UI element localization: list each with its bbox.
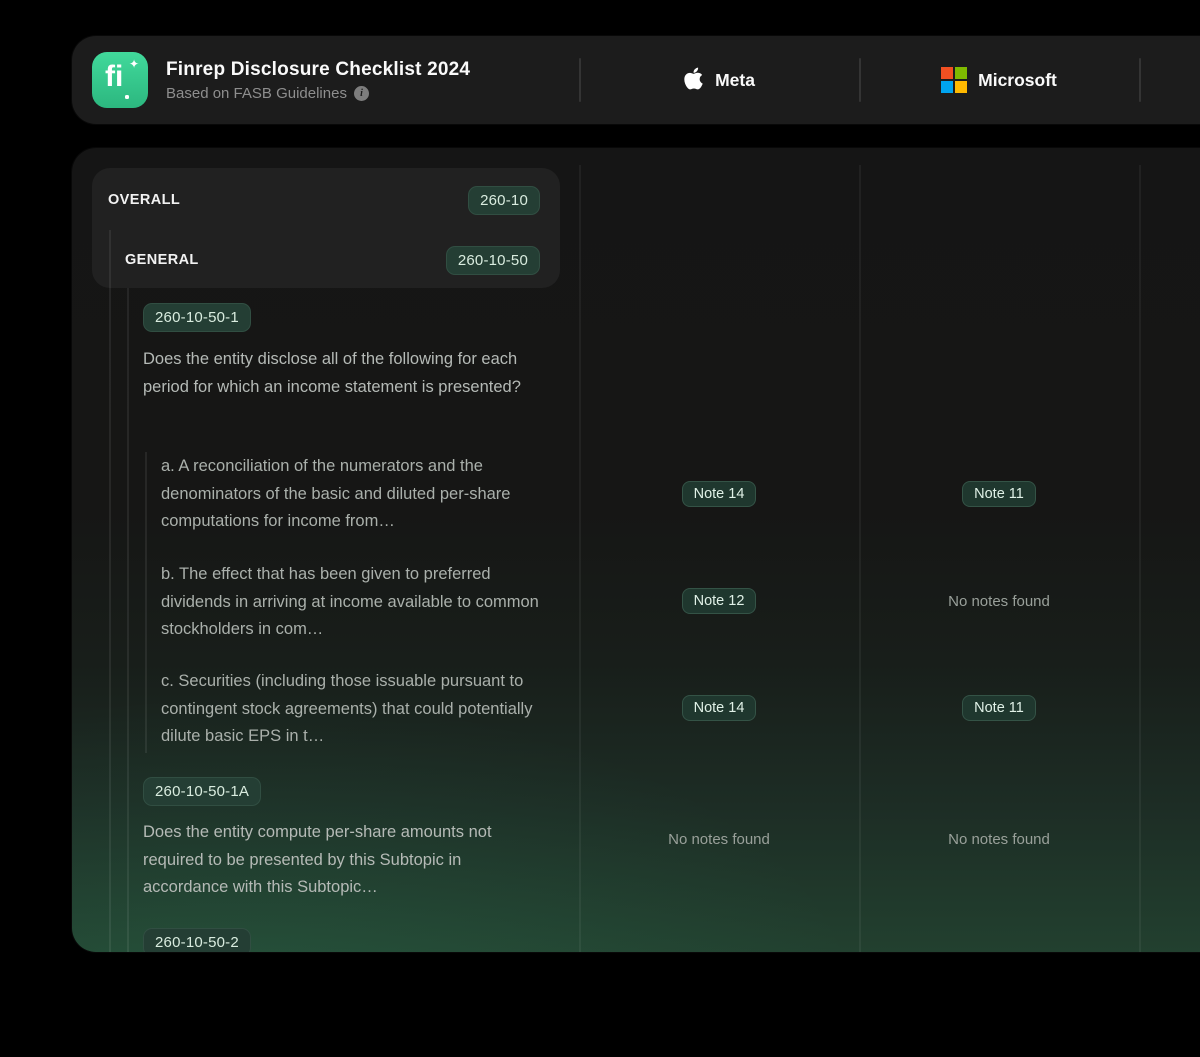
item-question: Does the entity disclose all of the foll… bbox=[143, 346, 541, 401]
microsoft-note-badge[interactable]: Note 11 bbox=[962, 695, 1036, 721]
subsection-label: GENERAL bbox=[125, 252, 199, 268]
item-question: Does the entity compute per-share amount… bbox=[143, 819, 541, 902]
microsoft-no-notes-text: No notes found bbox=[948, 593, 1050, 610]
tree-indent-line bbox=[109, 230, 111, 952]
meta-no-notes-text: No notes found bbox=[668, 831, 770, 848]
checklist-panel: OVERALL 260-10 GENERAL 260-10-50 260-10-… bbox=[72, 148, 1200, 952]
meta-note-badge[interactable]: Note 14 bbox=[682, 695, 757, 721]
sparkle-icon: ✦ bbox=[129, 58, 139, 70]
page-title: Finrep Disclosure Checklist 2024 bbox=[166, 59, 470, 81]
section-card: OVERALL 260-10 GENERAL 260-10-50 bbox=[92, 168, 560, 288]
info-icon[interactable]: i bbox=[354, 86, 369, 101]
company-name-microsoft: Microsoft bbox=[978, 70, 1057, 91]
app-logo-text: fi bbox=[105, 60, 123, 94]
logo-dot bbox=[125, 95, 129, 99]
company-header-microsoft[interactable]: Microsoft bbox=[859, 36, 1139, 124]
app-logo: fi ✦ bbox=[92, 52, 148, 108]
page-subtitle: Based on FASB Guidelines bbox=[166, 85, 347, 102]
company-name-meta: Meta bbox=[715, 70, 755, 91]
tree-indent-line bbox=[127, 288, 129, 952]
header-divider bbox=[1139, 58, 1141, 102]
section-label: OVERALL bbox=[108, 192, 180, 208]
subsection-code-badge[interactable]: 260-10-50 bbox=[446, 246, 540, 275]
app-header: fi ✦ Finrep Disclosure Checklist 2024 Ba… bbox=[72, 36, 1200, 124]
item-code-badge[interactable]: 260-10-50-1 bbox=[143, 303, 251, 332]
meta-note-badge[interactable]: Note 12 bbox=[682, 588, 757, 614]
microsoft-note-badge[interactable]: Note 11 bbox=[962, 481, 1036, 507]
subitem-b-text: b. The effect that has been given to pre… bbox=[161, 561, 543, 644]
microsoft-no-notes-text: No notes found bbox=[948, 831, 1050, 848]
meta-note-badge[interactable]: Note 14 bbox=[682, 481, 757, 507]
subitem-c-text: c. Securities (including those issuable … bbox=[161, 668, 543, 751]
section-row-overall[interactable]: OVERALL 260-10 bbox=[108, 183, 540, 217]
tree-indent-line bbox=[145, 452, 147, 753]
subitem-a-text: a. A reconciliation of the numerators an… bbox=[161, 453, 543, 536]
item-code-badge[interactable]: 260-10-50-1A bbox=[143, 777, 261, 806]
apple-icon bbox=[683, 66, 704, 91]
company-header-meta[interactable]: Meta bbox=[579, 36, 859, 124]
section-row-general[interactable]: GENERAL 260-10-50 bbox=[125, 243, 540, 277]
column-divider bbox=[1139, 165, 1141, 952]
microsoft-icon bbox=[941, 67, 967, 93]
item-code-badge[interactable]: 260-10-50-2 bbox=[143, 928, 251, 952]
title-block: Finrep Disclosure Checklist 2024 Based o… bbox=[166, 36, 470, 124]
section-code-badge[interactable]: 260-10 bbox=[468, 186, 540, 215]
